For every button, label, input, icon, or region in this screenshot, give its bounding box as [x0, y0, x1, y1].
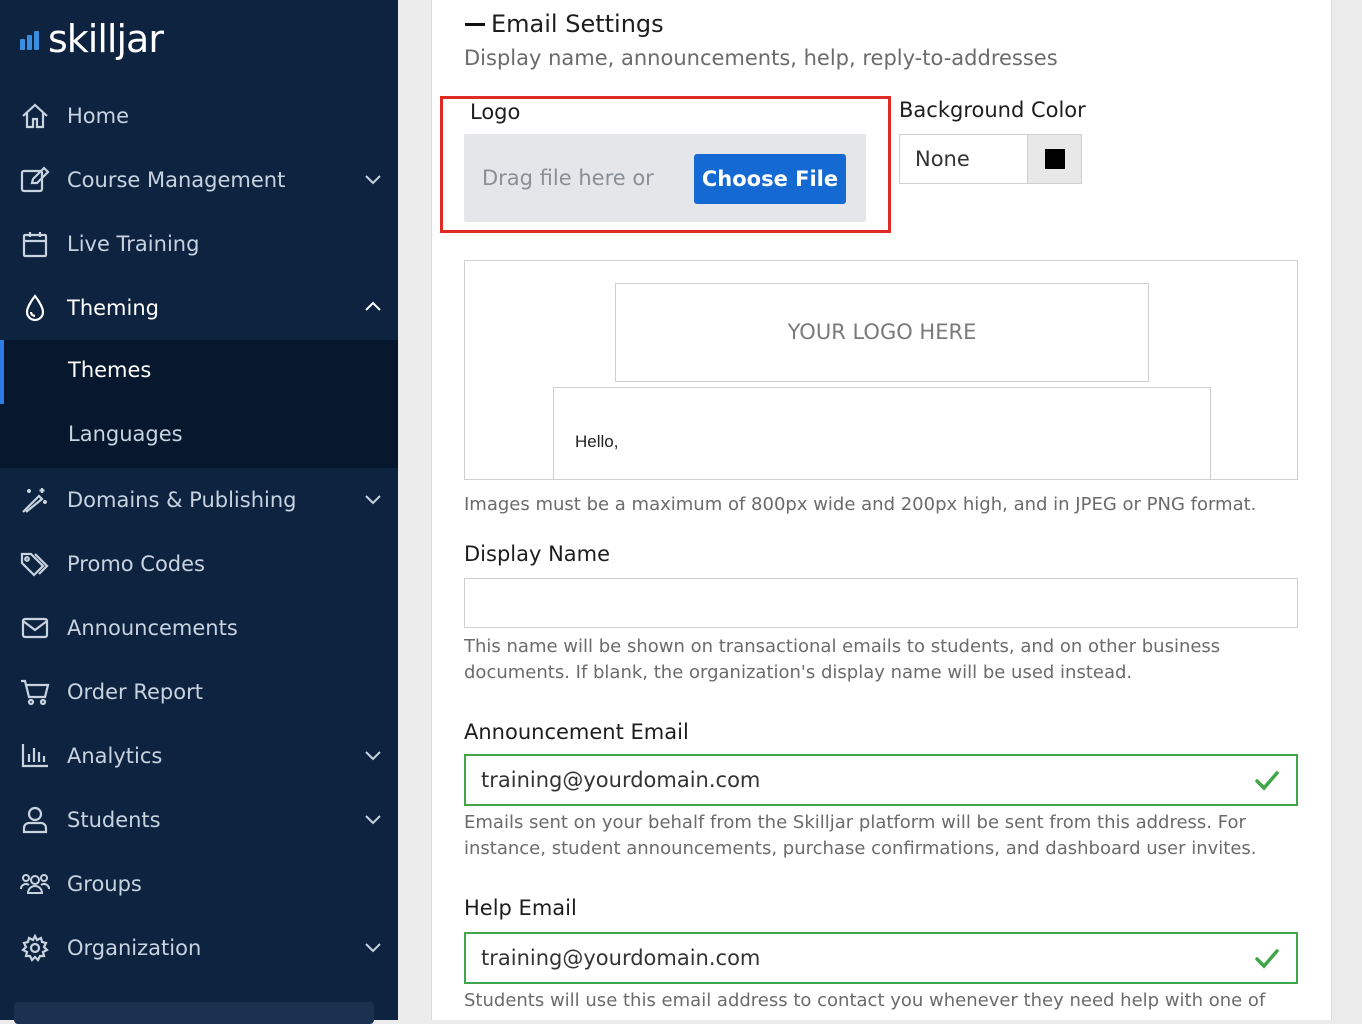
- sidebar-item-label: Live Training: [67, 232, 200, 256]
- brand-name: skilljar: [48, 17, 164, 61]
- help-email-label: Help Email: [464, 896, 577, 920]
- sidebar: skilljar Home Course Management Live Tra…: [0, 0, 398, 1024]
- envelope-icon: [20, 614, 50, 642]
- display-name-label: Display Name: [464, 542, 611, 566]
- help-email-help: Students will use this email address to …: [464, 990, 1266, 1018]
- users-icon: [20, 870, 50, 898]
- background-color-picker[interactable]: None: [899, 134, 1082, 184]
- sidebar-item-label: Domains & Publishing: [67, 488, 297, 512]
- display-name-help: This name will be shown on transactional…: [464, 636, 1221, 683]
- sidebar-subitem-themes[interactable]: Themes: [0, 340, 398, 404]
- sidebar-item-label: Theming: [67, 296, 159, 320]
- sidebar-item-label: Organization: [67, 936, 202, 960]
- sidebar-subitem-languages[interactable]: Languages: [0, 404, 398, 468]
- sidebar-item-order-report[interactable]: Order Report: [0, 660, 398, 724]
- sidebar-item-label: Home: [67, 104, 130, 128]
- sidebar-item-promo-codes[interactable]: Promo Codes: [0, 532, 398, 596]
- preview-greeting: Hello,: [575, 432, 619, 451]
- collapse-icon[interactable]: [465, 22, 485, 26]
- preview-logo-placeholder: YOUR LOGO HERE: [615, 283, 1149, 382]
- sidebar-item-theming[interactable]: Theming: [0, 276, 398, 340]
- cart-icon: [20, 678, 50, 706]
- droplet-icon: [20, 294, 50, 322]
- sidebar-item-live-training[interactable]: Live Training: [0, 212, 398, 276]
- magic-wand-icon: [20, 486, 50, 514]
- user-icon: [20, 806, 50, 834]
- image-help-text: Images must be a maximum of 800px wide a…: [464, 494, 1257, 515]
- skilljar-logo-mark-icon: [20, 28, 44, 50]
- announcement-email-input[interactable]: training@yourdomain.com: [464, 754, 1298, 806]
- email-preview: YOUR LOGO HERE Hello,: [464, 260, 1298, 480]
- sidebar-item-label: Students: [67, 808, 161, 832]
- sidebar-item-label: Announcements: [67, 616, 238, 640]
- color-swatch: [1044, 149, 1065, 169]
- checkmark-icon: [1254, 946, 1284, 970]
- chevron-down-icon[interactable]: [362, 170, 384, 188]
- sidebar-item-students[interactable]: Students: [0, 788, 398, 852]
- sidebar-item-groups[interactable]: Groups: [0, 852, 398, 916]
- announcement-email-value: training@yourdomain.com: [481, 768, 761, 792]
- sidebar-footer-widget[interactable]: [14, 1002, 374, 1024]
- skilljar-logo[interactable]: skilljar: [20, 14, 164, 64]
- help-email-input[interactable]: training@yourdomain.com: [464, 932, 1298, 984]
- section-header[interactable]: Email Settings: [465, 10, 664, 38]
- theming-submenu: Themes Languages: [0, 340, 398, 468]
- sidebar-item-label: Analytics: [67, 744, 163, 768]
- sidebar-item-label: Groups: [67, 872, 142, 896]
- chevron-down-icon[interactable]: [362, 746, 384, 764]
- sidebar-item-announcements[interactable]: Announcements: [0, 596, 398, 660]
- color-swatch-button[interactable]: [1028, 135, 1081, 183]
- sidebar-item-label: Course Management: [67, 168, 286, 192]
- sidebar-subitem-label: Languages: [68, 422, 183, 446]
- sidebar-item-analytics[interactable]: Analytics: [0, 724, 398, 788]
- calendar-icon: [20, 230, 50, 258]
- bar-chart-icon: [20, 742, 50, 770]
- section-title: Email Settings: [491, 10, 664, 38]
- announcement-email-label: Announcement Email: [464, 720, 689, 744]
- chevron-down-icon[interactable]: [362, 810, 384, 828]
- sidebar-item-course-management[interactable]: Course Management: [0, 148, 398, 212]
- logo-highlight-box: [440, 96, 891, 233]
- sidebar-subitem-label: Themes: [68, 358, 152, 382]
- checkmark-icon: [1254, 768, 1284, 792]
- background-color-label: Background Color: [899, 98, 1086, 122]
- sidebar-item-domains-publishing[interactable]: Domains & Publishing: [0, 468, 398, 532]
- announcement-email-help: Emails sent on your behalf from the Skil…: [464, 812, 1257, 859]
- background-color-value[interactable]: None: [900, 135, 1028, 183]
- chevron-down-icon[interactable]: [362, 490, 384, 508]
- home-icon: [20, 102, 50, 130]
- chevron-up-icon[interactable]: [362, 298, 384, 316]
- chevron-down-icon[interactable]: [362, 938, 384, 956]
- preview-email-body: Hello,: [553, 387, 1211, 479]
- edit-icon: [20, 166, 50, 194]
- email-settings-card: Email Settings Display name, announcemen…: [431, 0, 1332, 1020]
- sidebar-item-label: Promo Codes: [67, 552, 205, 576]
- tags-icon: [20, 550, 50, 578]
- gear-icon: [20, 934, 50, 962]
- help-email-value: training@yourdomain.com: [481, 946, 761, 970]
- section-subtitle: Display name, announcements, help, reply…: [464, 46, 1058, 70]
- sidebar-item-label: Order Report: [67, 680, 203, 704]
- sidebar-item-organization[interactable]: Organization: [0, 916, 398, 980]
- sidebar-item-home[interactable]: Home: [0, 84, 398, 148]
- display-name-input[interactable]: [464, 578, 1298, 628]
